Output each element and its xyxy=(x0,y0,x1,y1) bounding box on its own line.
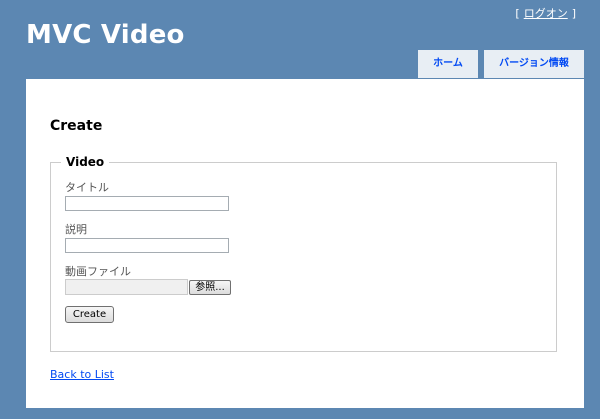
login-display: [ ログオン] xyxy=(515,5,576,21)
file-path-field[interactable] xyxy=(65,279,188,295)
description-input[interactable] xyxy=(65,238,229,253)
create-button[interactable]: Create xyxy=(65,306,114,323)
login-bracket-open: [ xyxy=(515,7,520,20)
title-label: タイトル xyxy=(65,181,109,194)
login-link[interactable]: ログオン xyxy=(524,7,568,20)
fieldset-legend: Video xyxy=(61,155,110,169)
description-label: 説明 xyxy=(65,223,87,236)
main-content: Create Video タイトル 説明 動画ファイル 参照... Create… xyxy=(26,79,584,408)
video-file-label: 動画ファイル xyxy=(65,265,131,278)
video-fieldset: Video タイトル 説明 動画ファイル 参照... Create xyxy=(50,155,557,352)
back-to-list-link[interactable]: Back to List xyxy=(50,368,114,381)
menu-item-home[interactable]: ホーム xyxy=(418,50,478,78)
title-input[interactable] xyxy=(65,196,229,211)
login-bracket-close: ] xyxy=(571,7,576,20)
browse-button[interactable]: 参照... xyxy=(189,280,231,295)
site-title: MVC Video xyxy=(26,20,185,50)
menu-item-version-info[interactable]: バージョン情報 xyxy=(484,50,584,78)
main-menu: ホーム バージョン情報 xyxy=(418,50,584,78)
page-title: Create xyxy=(50,118,103,134)
